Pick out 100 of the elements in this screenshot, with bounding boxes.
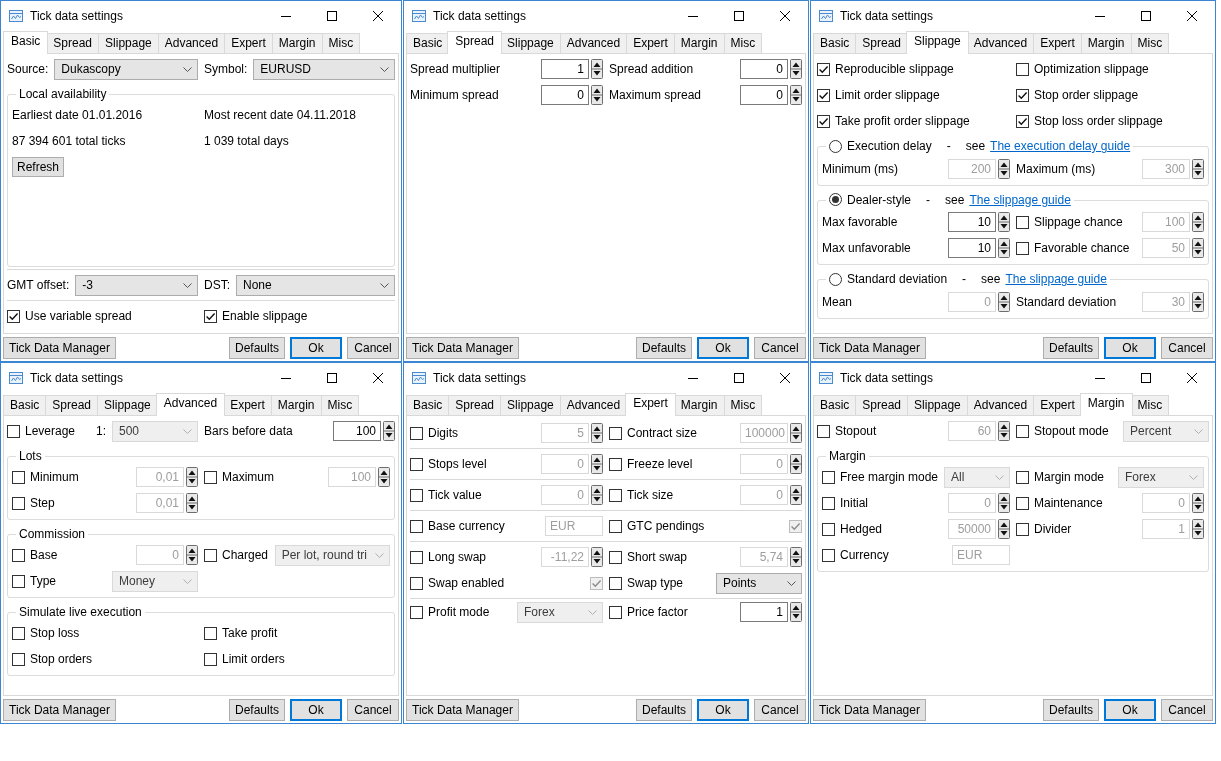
dropdown[interactable]: Dukascopy bbox=[54, 58, 198, 80]
number-field[interactable]: 100 bbox=[333, 421, 381, 441]
checkbox[interactable] bbox=[410, 426, 423, 440]
checkbox[interactable] bbox=[204, 652, 217, 666]
checkbox[interactable] bbox=[12, 470, 25, 484]
checkbox[interactable] bbox=[1016, 470, 1029, 484]
checkbox[interactable] bbox=[12, 626, 25, 640]
checkbox[interactable] bbox=[609, 550, 622, 564]
tab[interactable]: Spread bbox=[447, 31, 503, 54]
close-icon[interactable] bbox=[373, 11, 383, 21]
guide-link[interactable]: The slippage guide bbox=[969, 192, 1071, 207]
tab[interactable]: Basic bbox=[813, 33, 857, 53]
close-icon[interactable] bbox=[1187, 373, 1197, 383]
close-icon[interactable] bbox=[780, 373, 790, 383]
maximize-icon[interactable] bbox=[327, 373, 337, 383]
minimize-icon[interactable] bbox=[688, 377, 698, 379]
tab[interactable]: Advanced bbox=[966, 33, 1035, 53]
checkbox[interactable] bbox=[410, 519, 423, 533]
spin-arrows-icon[interactable] bbox=[591, 454, 603, 474]
checkbox[interactable] bbox=[1016, 62, 1029, 76]
tab[interactable]: Basic bbox=[406, 33, 450, 53]
checkbox[interactable] bbox=[609, 576, 622, 590]
spin-arrows-icon[interactable] bbox=[591, 423, 603, 443]
dialog-button[interactable]: Defaults bbox=[1042, 699, 1099, 721]
tab[interactable]: Expert bbox=[1033, 33, 1082, 53]
checkbox[interactable] bbox=[12, 496, 25, 510]
spin-arrows-icon[interactable] bbox=[591, 59, 603, 79]
checkbox[interactable] bbox=[7, 309, 20, 323]
spin-arrows-icon[interactable] bbox=[790, 602, 802, 622]
dialog-button[interactable]: Cancel bbox=[1161, 699, 1213, 721]
maximize-icon[interactable] bbox=[734, 373, 744, 383]
dialog-button[interactable]: Cancel bbox=[754, 699, 806, 721]
close-icon[interactable] bbox=[373, 373, 383, 383]
dropdown[interactable]: Points bbox=[716, 572, 802, 594]
checkbox[interactable] bbox=[817, 424, 830, 438]
tab[interactable]: Basic bbox=[3, 395, 47, 415]
spin-arrows-icon[interactable] bbox=[1192, 238, 1204, 258]
number-field[interactable]: 0 bbox=[541, 85, 589, 105]
dialog-button[interactable]: Ok bbox=[290, 337, 342, 359]
checkbox[interactable] bbox=[410, 488, 423, 502]
checkbox[interactable] bbox=[822, 548, 835, 562]
dropdown[interactable]: -3 bbox=[75, 274, 198, 296]
checkbox[interactable] bbox=[410, 605, 423, 619]
checkbox[interactable] bbox=[609, 426, 622, 440]
tab[interactable]: Expert bbox=[626, 33, 675, 53]
tab[interactable]: Margin bbox=[271, 33, 323, 53]
tab[interactable]: Misc bbox=[1130, 395, 1170, 415]
spin-arrows-icon[interactable] bbox=[1192, 493, 1204, 513]
dialog-button[interactable]: Defaults bbox=[1042, 337, 1099, 359]
spin-arrows-icon[interactable] bbox=[790, 85, 802, 105]
tab[interactable]: Advanced bbox=[157, 33, 226, 53]
tab[interactable]: Margin bbox=[1080, 33, 1132, 53]
dialog-button[interactable]: Tick Data Manager bbox=[3, 337, 116, 359]
close-icon[interactable] bbox=[780, 11, 790, 21]
spin-arrows-icon[interactable] bbox=[790, 547, 802, 567]
tab[interactable]: Spread bbox=[448, 395, 502, 415]
maximize-icon[interactable] bbox=[327, 11, 337, 21]
checkbox[interactable] bbox=[822, 522, 835, 536]
number-field[interactable]: 1 bbox=[541, 59, 589, 79]
tab[interactable]: Basic bbox=[406, 395, 450, 415]
checkbox[interactable] bbox=[7, 424, 20, 438]
spin-arrows-icon[interactable] bbox=[790, 59, 802, 79]
tab[interactable]: Misc bbox=[723, 33, 763, 53]
checkbox[interactable] bbox=[1016, 424, 1029, 438]
tab[interactable]: Spread bbox=[855, 33, 909, 53]
dialog-button[interactable]: Ok bbox=[697, 699, 749, 721]
spin-arrows-icon[interactable] bbox=[998, 519, 1010, 539]
spin-arrows-icon[interactable] bbox=[186, 545, 198, 565]
tab[interactable]: Basic bbox=[813, 395, 857, 415]
checkbox[interactable] bbox=[204, 309, 217, 323]
tab[interactable]: Spread bbox=[45, 395, 99, 415]
spin-arrows-icon[interactable] bbox=[186, 467, 198, 487]
tab[interactable]: Slippage bbox=[906, 31, 969, 54]
number-field[interactable]: 0 bbox=[740, 85, 788, 105]
tab[interactable]: Advanced bbox=[559, 33, 628, 53]
dialog-button[interactable]: Tick Data Manager bbox=[406, 699, 519, 721]
radio-button[interactable] bbox=[829, 193, 842, 206]
tab[interactable]: Expert bbox=[223, 395, 272, 415]
checkbox[interactable] bbox=[1016, 215, 1029, 229]
checkbox[interactable] bbox=[204, 548, 217, 562]
checkbox[interactable] bbox=[12, 574, 25, 588]
dropdown[interactable]: None bbox=[236, 274, 395, 296]
number-field[interactable]: 10 bbox=[948, 212, 996, 232]
tab[interactable]: Margin bbox=[673, 33, 725, 53]
spin-arrows-icon[interactable] bbox=[998, 238, 1010, 258]
maximize-icon[interactable] bbox=[1141, 11, 1151, 21]
close-icon[interactable] bbox=[1187, 11, 1197, 21]
checkbox[interactable] bbox=[1016, 88, 1029, 102]
tab[interactable]: Slippage bbox=[98, 33, 159, 53]
checkbox[interactable] bbox=[609, 488, 622, 502]
dialog-button[interactable]: Ok bbox=[290, 699, 342, 721]
spin-arrows-icon[interactable] bbox=[591, 485, 603, 505]
tab[interactable]: Advanced bbox=[559, 395, 628, 415]
dialog-button[interactable]: Defaults bbox=[228, 699, 285, 721]
checkbox[interactable] bbox=[204, 470, 217, 484]
checkbox[interactable] bbox=[410, 457, 423, 471]
spin-arrows-icon[interactable] bbox=[998, 291, 1010, 312]
dialog-button[interactable]: Cancel bbox=[347, 699, 399, 721]
spin-arrows-icon[interactable] bbox=[998, 212, 1010, 232]
checkbox[interactable] bbox=[1016, 496, 1029, 510]
